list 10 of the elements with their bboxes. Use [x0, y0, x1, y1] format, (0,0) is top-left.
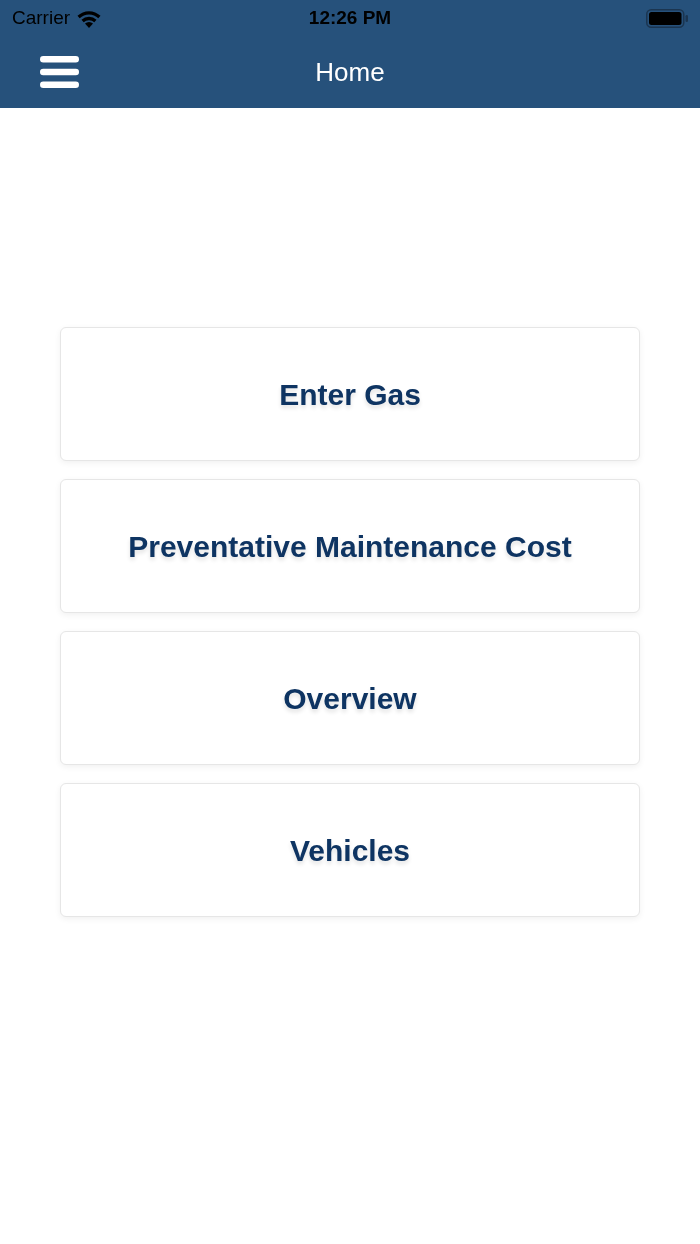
menu-card-button[interactable]: Preventative Maintenance Cost	[60, 479, 640, 613]
status-time: 12:26 PM	[308, 5, 392, 30]
menu-card-button[interactable]: Enter Gas	[60, 327, 640, 461]
wifi-icon	[76, 8, 103, 28]
nav-title: Home	[315, 55, 385, 89]
menu-card-button[interactable]: Overview	[60, 631, 640, 765]
menu-card-button[interactable]: Vehicles	[60, 783, 640, 917]
menu-icon[interactable]	[40, 56, 79, 88]
battery-icon	[646, 8, 688, 28]
carrier-label: Carrier	[12, 5, 71, 30]
